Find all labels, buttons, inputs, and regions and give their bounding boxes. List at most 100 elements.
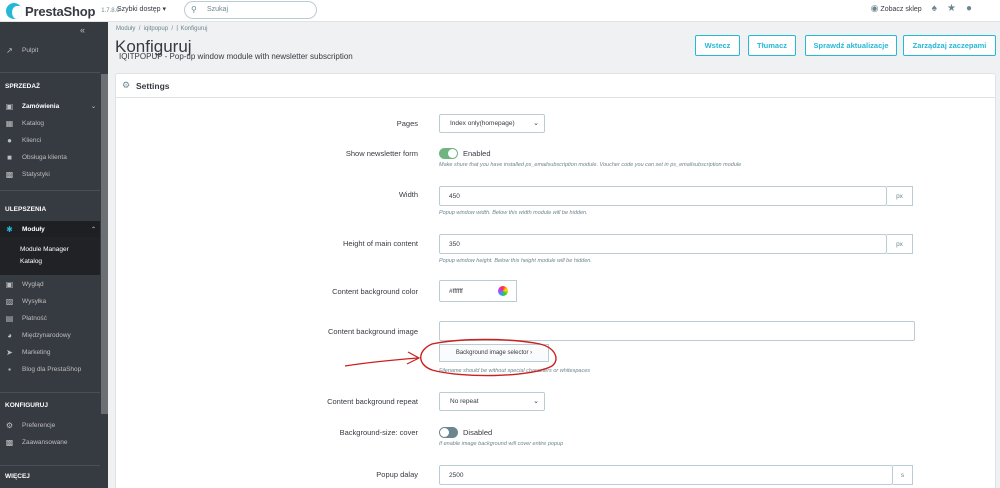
newsletter-switch[interactable] xyxy=(439,148,458,159)
search-icon: ⚲ xyxy=(191,5,197,14)
sidebar-scrollbar[interactable] xyxy=(101,74,108,414)
translate-button[interactable]: Tłumacz xyxy=(748,35,796,56)
sidebar-item-customers[interactable]: ● Klienci xyxy=(0,132,100,148)
height-unit: px xyxy=(887,234,913,254)
sidebar: « ↗ Pulpit SPRZEDAŻ ▣ Zamówienia ⌄ ▦ Kat… xyxy=(0,22,108,488)
trending-up-icon: ↗ xyxy=(6,45,13,55)
chevron-down-icon: ⌄ xyxy=(533,120,539,127)
height-label: Height of main content xyxy=(342,239,418,248)
view-store-link[interactable]: ◉ Zobacz sklep xyxy=(871,3,922,14)
sidebar-item-marketing[interactable]: ➤ Marketing xyxy=(0,344,100,360)
trophy-icon[interactable]: ★ xyxy=(947,3,956,14)
store-icon: ▦ xyxy=(5,118,14,128)
brand-name: PrestaShop xyxy=(25,3,96,19)
sidebar-divider xyxy=(0,190,100,191)
pages-label: Pages xyxy=(396,119,418,128)
delay-input[interactable]: 2500 xyxy=(439,465,893,485)
settings-panel-header: ⚙ Settings xyxy=(116,74,995,98)
bgrepeat-select[interactable]: No repeat ⌄ xyxy=(439,392,545,411)
switch-knob xyxy=(440,428,449,437)
sidebar-item-design[interactable]: ▣ Wygląd xyxy=(0,276,100,292)
sidebar-item-modules[interactable]: ✱ Moduły ⌃ xyxy=(0,221,100,237)
prestashop-logo-icon xyxy=(6,3,22,19)
blog-icon: ▪ xyxy=(8,364,11,374)
sidebar-item-international[interactable]: ◕ Międzynarodowy xyxy=(0,327,100,343)
top-header: PrestaShop 1.7.8.0 Szybki dostęp ▾ ⚲ Szu… xyxy=(0,0,1000,22)
newsletter-help: Make shure that you have installed ps_em… xyxy=(439,162,742,168)
sidebar-divider xyxy=(0,392,100,393)
bg-image-selector-button[interactable]: Background image selector › xyxy=(439,344,549,362)
sidebar-item-preferences[interactable]: ⚙ Preferencje xyxy=(0,417,100,433)
breadcrumb-configure: Konfiguruj xyxy=(180,26,208,32)
quick-access-dropdown[interactable]: Szybki dostęp ▾ xyxy=(117,5,166,13)
section-configure: KONFIGURUJ xyxy=(5,402,48,409)
account-circle-icon: ● xyxy=(7,135,12,145)
bgimage-label: Content background image xyxy=(327,327,418,336)
bgimage-input[interactable] xyxy=(439,321,915,341)
sidebar-item-customer-service[interactable]: ■ Obsługa klienta xyxy=(0,149,100,165)
bgsize-help: If enable image background will cover en… xyxy=(439,441,564,447)
prestashop-logo[interactable]: PrestaShop 1.7.8.0 xyxy=(6,3,120,19)
bgimage-help: Filename should be without special chara… xyxy=(439,368,591,374)
sidebar-item-orders[interactable]: ▣ Zamówienia ⌄ xyxy=(0,98,100,114)
wrench-icon: ⌈ xyxy=(176,26,179,32)
sidebar-item-payment[interactable]: ▤ Płatność xyxy=(0,310,100,326)
globe-icon: ◕ xyxy=(7,330,12,340)
width-input[interactable]: 450 xyxy=(439,186,887,206)
back-button[interactable]: Wstecz xyxy=(695,35,740,56)
width-label: Width xyxy=(398,190,418,199)
bgsize-label: Background-size: cover xyxy=(339,428,418,437)
page-subtitle: IQITPOPUP - Pop-up window module with ne… xyxy=(119,52,353,61)
newsletter-label: Show newsletter form xyxy=(345,149,418,158)
pages-select[interactable]: Index only(homepage) ⌄ xyxy=(439,114,545,133)
breadcrumb: Moduły / iqitpopup / ⌈ Konfiguruj xyxy=(116,26,208,32)
sidebar-item-blog[interactable]: ▪ Blog dla PrestaShop xyxy=(0,361,100,377)
chat-icon: ■ xyxy=(7,152,12,162)
header-actions: ◉ Zobacz sklep ♠ ★ ● xyxy=(871,3,972,14)
sidebar-subitem-module-manager[interactable]: Module Manager xyxy=(20,246,69,253)
height-help: Popup window height. Below this height m… xyxy=(439,258,592,264)
collapse-sidebar-icon[interactable]: « xyxy=(80,25,85,35)
bgcolor-input[interactable]: #ffffff xyxy=(439,280,491,302)
manage-hooks-button[interactable]: Zarządzaj zaczepami xyxy=(903,35,996,56)
section-sell: SPRZEDAŻ xyxy=(5,83,41,90)
color-wheel-icon xyxy=(498,286,508,296)
credit-card-icon: ▤ xyxy=(5,313,14,323)
sidebar-divider xyxy=(0,465,100,466)
settings-panel: ⚙ Settings Pages Index only(homepage) ⌄ … xyxy=(115,73,996,488)
user-icon[interactable]: ● xyxy=(966,3,972,14)
sidebar-subitem-module-catalog[interactable]: Katalog xyxy=(20,258,42,265)
height-input[interactable]: 350 xyxy=(439,234,887,254)
sidebar-item-stats[interactable]: ▩ Statystyki xyxy=(0,166,100,182)
newsletter-state: Enabled xyxy=(463,149,491,158)
search-input[interactable]: ⚲ Szukaj xyxy=(184,1,317,19)
sidebar-item-advanced[interactable]: ▩ Zaawansowane xyxy=(0,434,100,450)
width-unit: px xyxy=(887,186,913,206)
breadcrumb-modules[interactable]: Moduły xyxy=(116,26,135,32)
switch-knob xyxy=(448,149,457,158)
delay-label: Popup dalay xyxy=(376,470,418,479)
chevron-down-icon: ⌄ xyxy=(90,103,96,110)
bgrepeat-label: Content background repeat xyxy=(327,397,418,406)
color-picker-button[interactable] xyxy=(490,280,517,302)
gear-icon: ⚙ xyxy=(5,420,14,430)
chevron-up-icon: ⌃ xyxy=(90,226,96,233)
desktop-icon: ▣ xyxy=(5,279,14,289)
sidebar-item-dashboard[interactable]: ↗ Pulpit xyxy=(0,42,100,58)
cogs-icon: ⚙ xyxy=(122,80,131,90)
chevron-down-icon: ⌄ xyxy=(533,398,539,405)
settings-box-icon: ▩ xyxy=(5,437,14,447)
breadcrumb-iqitpopup[interactable]: iqitpopup xyxy=(144,26,168,32)
section-improve: ULEPSZENIA xyxy=(5,206,47,213)
width-help: Popup window width. Below this width mod… xyxy=(439,210,588,216)
search-placeholder: Szukaj xyxy=(207,6,229,13)
check-update-button[interactable]: Sprawdź aktualizacje xyxy=(805,35,897,56)
puzzle-icon: ✱ xyxy=(6,224,13,234)
sidebar-divider xyxy=(0,72,100,73)
bgsize-switch[interactable] xyxy=(439,427,458,438)
sidebar-item-catalog[interactable]: ▦ Katalog xyxy=(0,115,100,131)
sidebar-item-shipping[interactable]: ▨ Wysyłka xyxy=(0,293,100,309)
eye-icon: ◉ xyxy=(870,3,879,13)
notifications-icon[interactable]: ♠ xyxy=(932,3,937,14)
cart-icon: ▣ xyxy=(5,101,14,111)
